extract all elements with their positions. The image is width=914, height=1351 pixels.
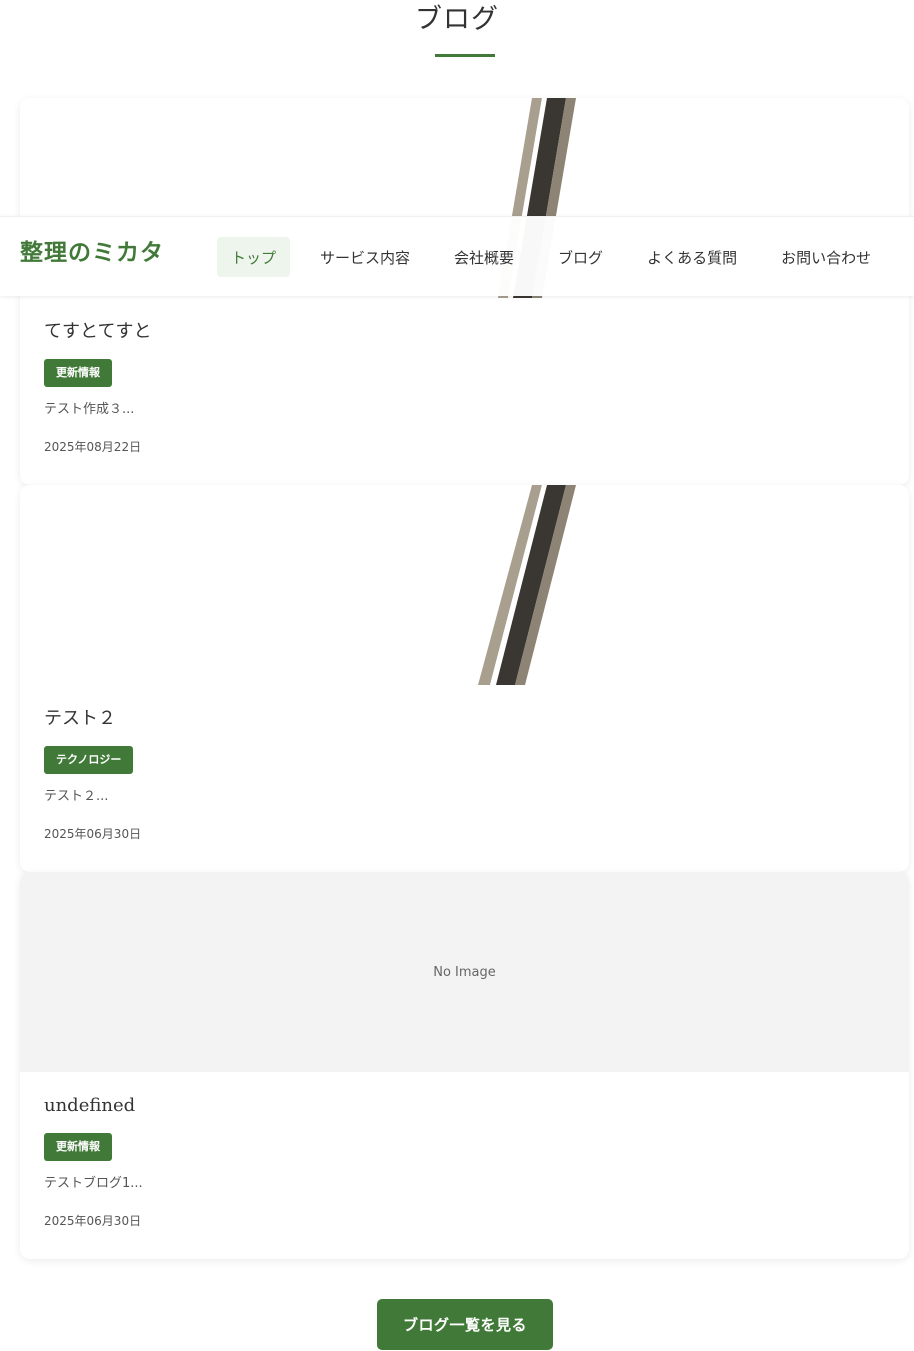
card-excerpt: テストブログ1... — [44, 1176, 143, 1191]
nav-item-faq[interactable]: よくある質問 — [633, 237, 751, 277]
card-title[interactable]: テスト２ — [44, 707, 885, 731]
nav-item-top[interactable]: トップ — [217, 237, 291, 277]
category-badge: テクノロジー — [44, 746, 134, 774]
main-nav: トップ サービス内容 会社概要 ブログ よくある質問 お問い合わせ — [217, 237, 885, 277]
nav-item-blog[interactable]: ブログ — [544, 237, 617, 277]
site-header: 整理のミカタ トップ サービス内容 会社概要 ブログ よくある質問 お問い合わせ — [0, 216, 914, 296]
view-all-blog-button[interactable]: ブログ一覧を見る — [377, 1299, 553, 1350]
card-body: てすとてすと 更新情報 テスト作成３... 2025年08月22日 — [44, 320, 885, 455]
card-excerpt: テスト２... — [44, 789, 109, 804]
card-body: undefined 更新情報 テストブログ1... 2025年06月30日 — [44, 1094, 885, 1229]
card-thumbnail-placeholder: No Image — [20, 872, 909, 1072]
blog-section-heading: ブログ — [0, 0, 914, 57]
blog-card[interactable]: テスト２ テクノロジー テスト２... 2025年06月30日 — [20, 485, 909, 872]
category-badge: 更新情報 — [44, 359, 112, 387]
nav-item-contact[interactable]: お問い合わせ — [767, 237, 885, 277]
card-thumbnail — [20, 485, 909, 685]
chopsticks-image — [478, 485, 576, 685]
nav-item-services[interactable]: サービス内容 — [306, 237, 424, 277]
card-body: テスト２ テクノロジー テスト２... 2025年06月30日 — [44, 707, 885, 842]
nav-item-company[interactable]: 会社概要 — [440, 237, 528, 277]
card-title[interactable]: てすとてすと — [44, 320, 885, 344]
title-underline — [435, 54, 495, 57]
card-date: 2025年06月30日 — [44, 1214, 142, 1228]
section-title: ブログ — [415, 4, 499, 35]
blog-card[interactable]: No Image undefined 更新情報 テストブログ1... 2025年… — [20, 872, 909, 1259]
no-image-label: No Image — [433, 964, 496, 980]
site-logo[interactable]: 整理のミカタ — [20, 237, 164, 269]
category-badge: 更新情報 — [44, 1133, 112, 1161]
card-date: 2025年08月22日 — [44, 440, 142, 454]
card-date: 2025年06月30日 — [44, 827, 142, 841]
page: ブログ てすとてすと 更新情報 テスト作成３... 2025年08月22日 テス… — [0, 0, 914, 1351]
card-title[interactable]: undefined — [44, 1094, 885, 1118]
card-excerpt: テスト作成３... — [44, 402, 135, 417]
